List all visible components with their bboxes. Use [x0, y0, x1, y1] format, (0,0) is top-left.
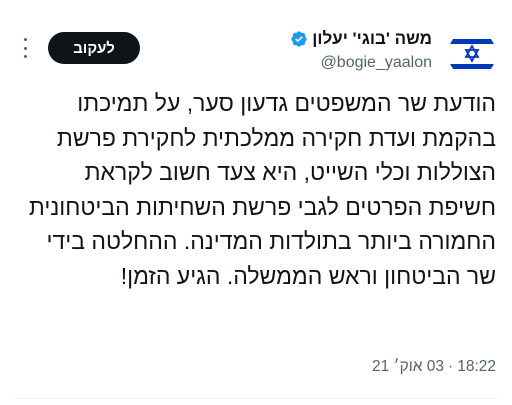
display-name[interactable]: משה 'בוגי' יעלון	[312, 28, 432, 50]
tweet-date: 03 אוק׳ 21	[372, 358, 445, 375]
timestamp-separator: ·	[448, 358, 454, 375]
tweet-card: משה 'בוגי' יעלון @bogie_yaalon לעקוב הוד…	[0, 0, 512, 405]
tweet-text: הודעת שר המשפטים גדעון סער, על תמיכתו בה…	[28, 90, 496, 289]
tweet-time: 18:22	[457, 358, 496, 375]
divider	[14, 398, 498, 399]
user-info: משה 'בוגי' יעלון @bogie_yaalon	[212, 28, 432, 74]
user-handle[interactable]: @bogie_yaalon	[212, 52, 432, 74]
israel-flag-icon	[448, 30, 496, 78]
avatar[interactable]	[448, 30, 496, 78]
tweet-timestamp[interactable]: 18:22 · 03 אוק׳ 21	[372, 358, 496, 376]
follow-button[interactable]: לעקוב	[48, 32, 140, 64]
verified-badge-icon	[291, 31, 307, 47]
more-dots-icon[interactable]	[22, 38, 28, 58]
